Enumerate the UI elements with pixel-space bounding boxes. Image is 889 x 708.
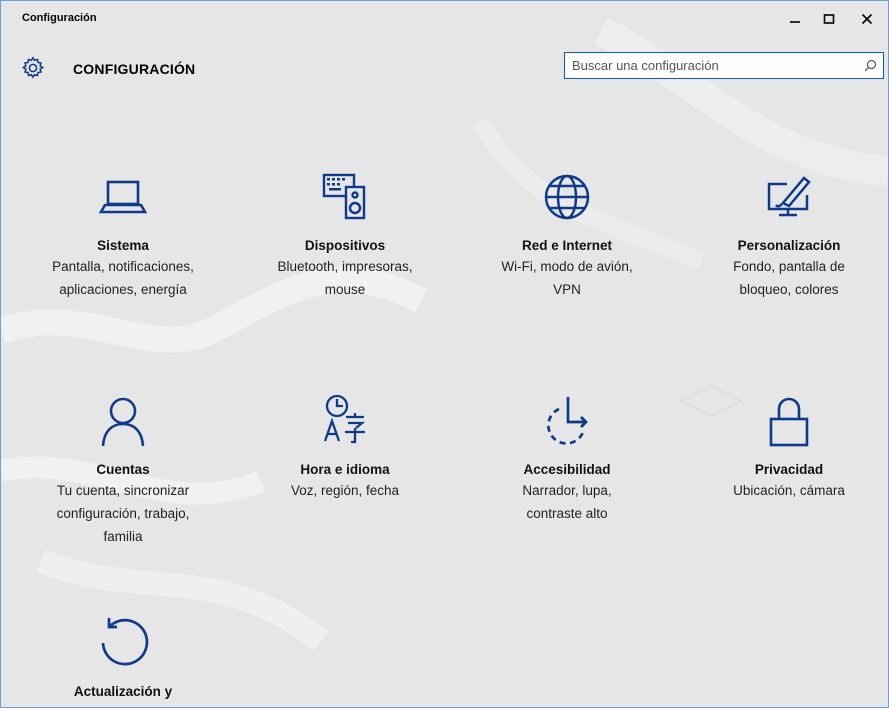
tile-cuentas[interactable]: Cuentas Tu cuenta, sincronizar configura…	[23, 391, 223, 548]
page-title: CONFIGURACIÓN	[73, 61, 196, 77]
close-button[interactable]	[849, 5, 885, 33]
tile-title: Accesibilidad	[523, 462, 611, 477]
person-icon	[101, 397, 145, 447]
search-input[interactable]	[565, 53, 852, 78]
accessibility-icon	[547, 397, 588, 445]
personalization-icon	[767, 176, 811, 217]
maximize-icon	[823, 14, 835, 24]
tile-title: Cuentas	[96, 462, 150, 477]
gear-icon	[21, 56, 45, 79]
tile-subtitle: Wi-Fi, modo de avión, VPN	[501, 259, 633, 297]
settings-window: Configuración CONFIGURACIÓN Buscar una c…	[0, 0, 889, 708]
tile-subtitle: Voz, región, fecha	[290, 483, 400, 498]
maximize-button[interactable]	[811, 5, 847, 33]
globe-icon	[544, 174, 590, 220]
laptop-icon	[98, 180, 148, 214]
time-language-icon	[323, 394, 366, 444]
tile-sistema[interactable]: Sistema Pantalla, notificaciones, aplica…	[23, 167, 223, 301]
minimize-icon	[790, 21, 800, 23]
window-title: Configuración	[22, 12, 97, 24]
close-icon	[861, 13, 873, 25]
settings-header: CONFIGURACIÓN	[1, 47, 888, 91]
tile-subtitle: Pantalla, notificaciones, aplicaciones, …	[52, 259, 194, 297]
devices-icon	[322, 173, 366, 220]
tile-hora-idioma[interactable]: Hora e idioma Voz, región, fecha	[245, 391, 445, 502]
tile-subtitle: Tu cuenta, sincronizar configuración, tr…	[56, 483, 190, 544]
tile-title: Privacidad	[754, 462, 824, 477]
tile-title: Sistema	[97, 238, 149, 253]
search-icon[interactable]	[864, 59, 877, 72]
tile-accesibilidad[interactable]: Accesibilidad Narrador, lupa, contraste …	[467, 391, 667, 525]
tile-red-internet[interactable]: Red e Internet Wi-Fi, modo de avión, VPN	[467, 167, 667, 301]
tile-subtitle: Narrador, lupa, contraste alto	[522, 483, 612, 521]
lock-icon	[769, 397, 809, 447]
tile-title: Personalización	[737, 238, 841, 253]
tile-title: Red e Internet	[521, 238, 613, 253]
tile-subtitle: Fondo, pantalla de bloqueo, colores	[733, 259, 845, 297]
minimize-button[interactable]	[777, 5, 813, 33]
update-icon	[101, 618, 149, 666]
tile-privacidad[interactable]: Privacidad Ubicación, cámara	[689, 391, 888, 502]
tile-subtitle: Bluetooth, impresoras, mouse	[277, 259, 413, 297]
background-watermark	[1, 17, 888, 651]
tile-subtitle: Ubicación, cámara	[733, 483, 845, 498]
tile-personalizacion[interactable]: Personalización Fondo, pantalla de bloqu…	[689, 167, 888, 301]
tile-title: Hora e idioma	[300, 462, 390, 477]
tile-title: Dispositivos	[304, 238, 386, 253]
tile-dispositivos[interactable]: Dispositivos Bluetooth, impresoras, mous…	[245, 167, 445, 301]
search-box	[564, 52, 884, 79]
tile-title: Actualización y	[73, 684, 173, 699]
title-bar: Configuración	[1, 1, 888, 37]
tile-actualizacion[interactable]: Actualización y	[23, 613, 223, 701]
